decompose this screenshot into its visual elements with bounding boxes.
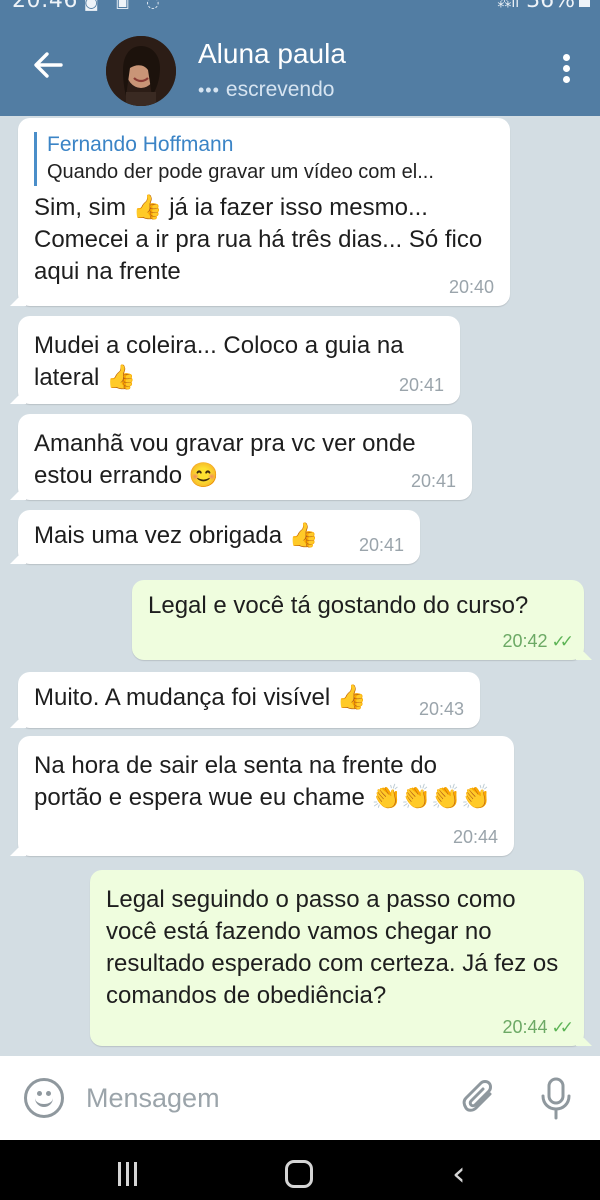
bubble-tail xyxy=(10,712,26,728)
message-meta: 20:44 ✓✓ xyxy=(502,1017,574,1038)
message-time: 20:42 xyxy=(502,631,548,651)
message-list[interactable]: Fernando Hoffmann Quando der pode gravar… xyxy=(0,116,600,1056)
microphone-icon[interactable] xyxy=(538,1076,574,1122)
battery-icon xyxy=(579,0,590,7)
notification-icons: ◙ ▣ ◌ xyxy=(84,0,166,11)
more-options-icon[interactable] xyxy=(560,50,572,90)
read-receipt-icon: ✓✓ xyxy=(551,1018,574,1037)
message-time: 20:43 xyxy=(418,699,464,719)
incoming-message[interactable]: Fernando Hoffmann Quando der pode gravar… xyxy=(10,118,510,306)
bubble-tail xyxy=(10,290,26,306)
attach-icon[interactable] xyxy=(462,1080,498,1120)
avatar[interactable] xyxy=(106,36,176,106)
message-text: Mudei a coleira... Coloco a guia na late… xyxy=(34,332,404,391)
typing-status-text: escrevendo xyxy=(225,78,335,101)
message-time: 20:44 xyxy=(452,827,498,847)
bubble-tail xyxy=(10,840,26,856)
incoming-message[interactable]: Muito. A mudança foi visível 👍 20:43 xyxy=(10,672,480,728)
outgoing-message[interactable]: Legal seguindo o passo a passo como você… xyxy=(90,870,592,1046)
message-time: 20:44 xyxy=(502,1017,548,1037)
bubble-tail xyxy=(10,388,26,404)
message-text: Muito. A mudança foi visível 👍 xyxy=(34,684,367,711)
reply-quote[interactable]: Fernando Hoffmann Quando der pode gravar… xyxy=(34,132,494,186)
status-right: ⁂ıl 36% xyxy=(497,0,590,13)
incoming-message[interactable]: Na hora de sair ela senta na frente do p… xyxy=(10,736,514,856)
recent-apps-icon[interactable] xyxy=(118,1162,144,1186)
status-time: 20:46 xyxy=(12,0,78,13)
emoji-icon[interactable] xyxy=(24,1078,64,1118)
incoming-message[interactable]: Mais uma vez obrigada 👍 20:41 xyxy=(10,510,420,564)
message-time: 20:41 xyxy=(398,375,444,395)
message-text: Mais uma vez obrigada 👍 xyxy=(34,522,319,549)
bubble-tail xyxy=(576,644,592,660)
message-time: 20:40 xyxy=(448,277,494,297)
message-text: Sim, sim 👍 já ia fazer isso mesmo... Com… xyxy=(34,194,483,285)
bubble-tail xyxy=(576,1030,592,1046)
message-time: 20:41 xyxy=(358,535,404,555)
system-nav-bar: ‹ xyxy=(0,1140,600,1200)
outgoing-message[interactable]: Legal e você tá gostando do curso? 20:42… xyxy=(132,580,592,660)
message-text: Legal seguindo o passo a passo como você… xyxy=(106,886,559,1009)
typing-status: ••• escrevendo xyxy=(198,78,334,102)
reply-text: Quando der pode gravar um vídeo com el..… xyxy=(47,161,434,183)
message-input[interactable] xyxy=(86,1076,426,1120)
message-meta: 20:42 ✓✓ xyxy=(502,631,574,652)
read-receipt-icon: ✓✓ xyxy=(551,632,574,651)
back-arrow-icon[interactable] xyxy=(30,48,66,88)
chat-header: Aluna paula ••• escrevendo xyxy=(0,22,600,116)
battery-level: 36% xyxy=(526,0,575,13)
message-composer xyxy=(0,1056,600,1140)
bubble-tail xyxy=(10,484,26,500)
contact-name[interactable]: Aluna paula xyxy=(198,38,346,70)
typing-dots-icon: ••• xyxy=(198,80,220,100)
status-bar: 20:46 ◙ ▣ ◌ ⁂ıl 36% xyxy=(0,0,600,22)
signal-icon: ⁂ıl xyxy=(497,0,520,11)
reply-author: Fernando Hoffmann xyxy=(47,133,234,156)
incoming-message[interactable]: Amanhã vou gravar pra vc ver onde estou … xyxy=(10,414,472,500)
message-text: Legal e você tá gostando do curso? xyxy=(148,592,529,619)
incoming-message[interactable]: Mudei a coleira... Coloco a guia na late… xyxy=(10,316,460,404)
message-time: 20:41 xyxy=(410,471,456,491)
nav-back-icon[interactable]: ‹ xyxy=(452,1154,466,1194)
message-text: Na hora de sair ela senta na frente do p… xyxy=(34,752,492,811)
bubble-tail xyxy=(10,548,26,564)
message-text: Amanhã vou gravar pra vc ver onde estou … xyxy=(34,430,416,489)
home-icon[interactable] xyxy=(285,1160,313,1188)
